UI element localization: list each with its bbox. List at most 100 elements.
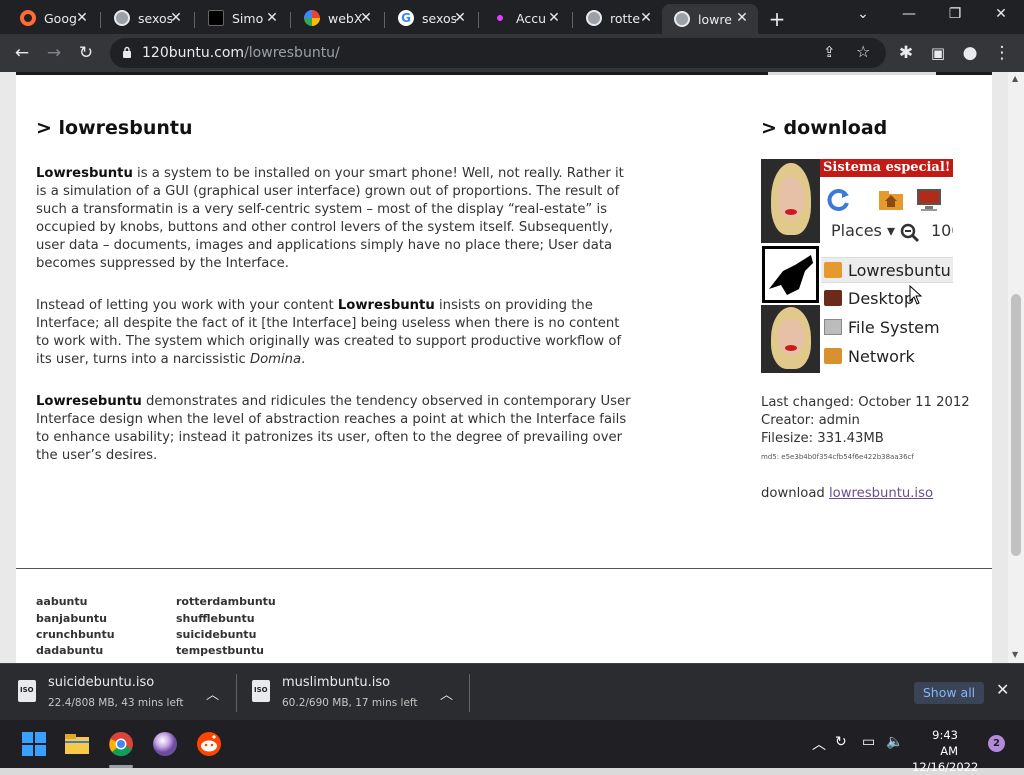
paragraph-text: Instead of letting you work with your co… (36, 298, 338, 313)
creator: Creator: admin (761, 413, 860, 428)
black-square-icon (208, 10, 224, 26)
tab-close-icon[interactable]: ✕ (264, 10, 280, 26)
tab-close-icon[interactable]: ✕ (546, 10, 562, 26)
third-paragraph: Lowresebuntu demonstrates and ridicules … (36, 393, 636, 465)
chevron-up-tray-icon[interactable]: ︿ (812, 734, 826, 754)
tab-4[interactable]: webX ✕ (292, 4, 382, 32)
back-arrow-icon[interactable]: ← (12, 43, 32, 63)
globe-icon (586, 10, 602, 26)
globe-icon (114, 10, 130, 26)
maximize-icon[interactable]: ❐ (940, 6, 970, 22)
refresh-icon (827, 189, 849, 211)
file-explorer-icon[interactable] (63, 730, 91, 758)
tab-1[interactable]: Goog ✕ (8, 4, 98, 32)
downloads-bar: ISO suicidebuntu.iso 22.4/808 MB, 43 min… (0, 663, 1024, 720)
tab-close-icon[interactable]: ✕ (74, 10, 90, 26)
footer-link[interactable]: banjabuntu (36, 612, 107, 625)
sphere-app-icon[interactable] (151, 730, 179, 758)
page-scrollbar[interactable]: ▲ ▼ (1008, 72, 1024, 663)
browser-toolbar: ← → ↻ 120buntu.com/lowresbuntu/ ⇪ ☆ ✱ ▣ … (0, 34, 1024, 72)
tab-title: sexos (422, 10, 456, 26)
home-folder-icon (824, 262, 842, 278)
tab-title: Accu (516, 10, 546, 26)
page-content: > lowresbuntu Lowresbuntu is a system to… (16, 72, 992, 663)
chevron-up-icon[interactable]: ︿ (440, 684, 453, 703)
tab-7[interactable]: rotte ✕ (574, 4, 662, 32)
share-icon[interactable]: ⇪ (823, 43, 836, 61)
tab-2[interactable]: sexos ✕ (102, 4, 192, 32)
menu-dots-icon[interactable]: ⋮ (992, 43, 1012, 63)
tab-title: sexos (138, 10, 172, 26)
url-path: /lowresbuntu/ (244, 45, 340, 61)
footer-link[interactable]: crunchbuntu (36, 628, 115, 641)
bold-name: Lowresbuntu (337, 298, 435, 313)
tab-title: Goog (44, 10, 77, 26)
download-filename: suicidebuntu.iso (48, 675, 155, 690)
display-icon[interactable]: ▭ (862, 734, 875, 750)
face-image (761, 305, 820, 373)
url-text: 120buntu.com/lowresbuntu/ (142, 45, 340, 61)
home-folder-icon (879, 191, 903, 210)
tab-close-icon[interactable]: ✕ (638, 10, 654, 26)
tab-close-icon[interactable]: ✕ (452, 10, 468, 26)
tab-close-icon[interactable]: ✕ (358, 10, 374, 26)
reload-icon[interactable]: ↻ (76, 43, 96, 63)
scrollbar-thumb[interactable] (1011, 294, 1021, 556)
profile-avatar-icon[interactable]: ● (960, 43, 980, 63)
reddit-icon[interactable] (195, 730, 223, 758)
new-tab-icon[interactable]: + (766, 7, 788, 31)
footer-link[interactable]: tempestbuntu (176, 644, 264, 657)
tab-search-chevron-icon[interactable]: ⌄ (848, 6, 878, 22)
network-folder-icon (824, 348, 842, 364)
download-item-2[interactable]: ISO muslimbuntu.iso 60.2/690 MB, 17 mins… (252, 664, 457, 720)
tab-3[interactable]: Simo ✕ (196, 4, 288, 32)
tab-active[interactable]: lowre ✕ (662, 4, 758, 34)
windows-taskbar: ︿ ↻ ▭ 🔈 9:43 AM 12/16/2022 2 (0, 720, 1024, 774)
zoom-level: 100 (931, 221, 953, 240)
extensions-puzzle-icon[interactable]: ✱ (896, 43, 916, 63)
notification-badge[interactable]: 2 (988, 735, 1005, 752)
address-bar[interactable]: 120buntu.com/lowresbuntu/ ⇪ ☆ (110, 38, 886, 68)
tab-close-icon[interactable]: ✕ (168, 10, 184, 26)
close-downloads-icon[interactable]: ✕ (996, 680, 1009, 699)
iso-file-icon: ISO (252, 680, 270, 702)
tab-title: Simo (232, 10, 264, 26)
tab-5[interactable]: G sexos ✕ (386, 4, 476, 32)
tab-strip: Goog ✕ sexos ✕ Simo ✕ webX ✕ G sexos ✕ A… (0, 0, 1024, 34)
tab-title: lowre (698, 11, 732, 27)
side-panel-icon[interactable]: ▣ (928, 43, 948, 63)
windows-start-icon[interactable] (20, 730, 48, 758)
sync-alert-icon[interactable]: ↻ (835, 734, 847, 750)
footer-link[interactable]: suicidebuntu (176, 628, 256, 641)
tab-close-icon[interactable]: ✕ (734, 10, 750, 26)
footer-link[interactable]: rotterdambuntu (176, 595, 276, 608)
footer-link[interactable]: aabuntu (36, 595, 87, 608)
footer-link[interactable]: shufflebuntu (176, 612, 255, 625)
screenshot-preview-image: Sistema especial! Places ▾ 100 Lowresb (761, 159, 953, 373)
minimize-icon[interactable]: — (894, 6, 924, 22)
zoom-out-icon (900, 223, 920, 243)
forward-arrow-icon[interactable]: → (44, 43, 64, 63)
places-label: File System (848, 317, 940, 337)
download-prefix: download (761, 486, 829, 501)
last-changed: Last changed: October 11 2012 (761, 395, 970, 410)
chevron-up-icon[interactable]: ︿ (206, 684, 219, 703)
preview-banner: Sistema especial! (820, 159, 953, 177)
scroll-up-arrow-icon[interactable]: ▲ (1012, 74, 1018, 83)
file-type-label: ISO (254, 686, 268, 694)
clock-date: 12/16/2022 (912, 760, 979, 774)
download-item-1[interactable]: ISO suicidebuntu.iso 22.4/808 MB, 43 min… (18, 664, 223, 720)
tab-6[interactable]: Accu ✕ (480, 4, 570, 32)
iso-file-icon: ISO (18, 680, 36, 702)
bookmark-star-icon[interactable]: ☆ (856, 42, 870, 61)
volume-icon[interactable]: 🔈 (886, 734, 903, 750)
footer-link[interactable]: dadabuntu (36, 644, 103, 657)
download-iso-link[interactable]: lowresbuntu.iso (829, 486, 933, 501)
download-heading: > download (761, 117, 888, 139)
show-all-button[interactable]: Show all (914, 682, 984, 704)
scroll-down-arrow-icon[interactable]: ▼ (1012, 650, 1018, 659)
clock-time: 9:43 AM (932, 728, 958, 758)
chrome-icon[interactable] (107, 730, 135, 758)
close-window-icon[interactable]: ✕ (986, 6, 1016, 22)
places-item-network: Network (821, 343, 953, 369)
